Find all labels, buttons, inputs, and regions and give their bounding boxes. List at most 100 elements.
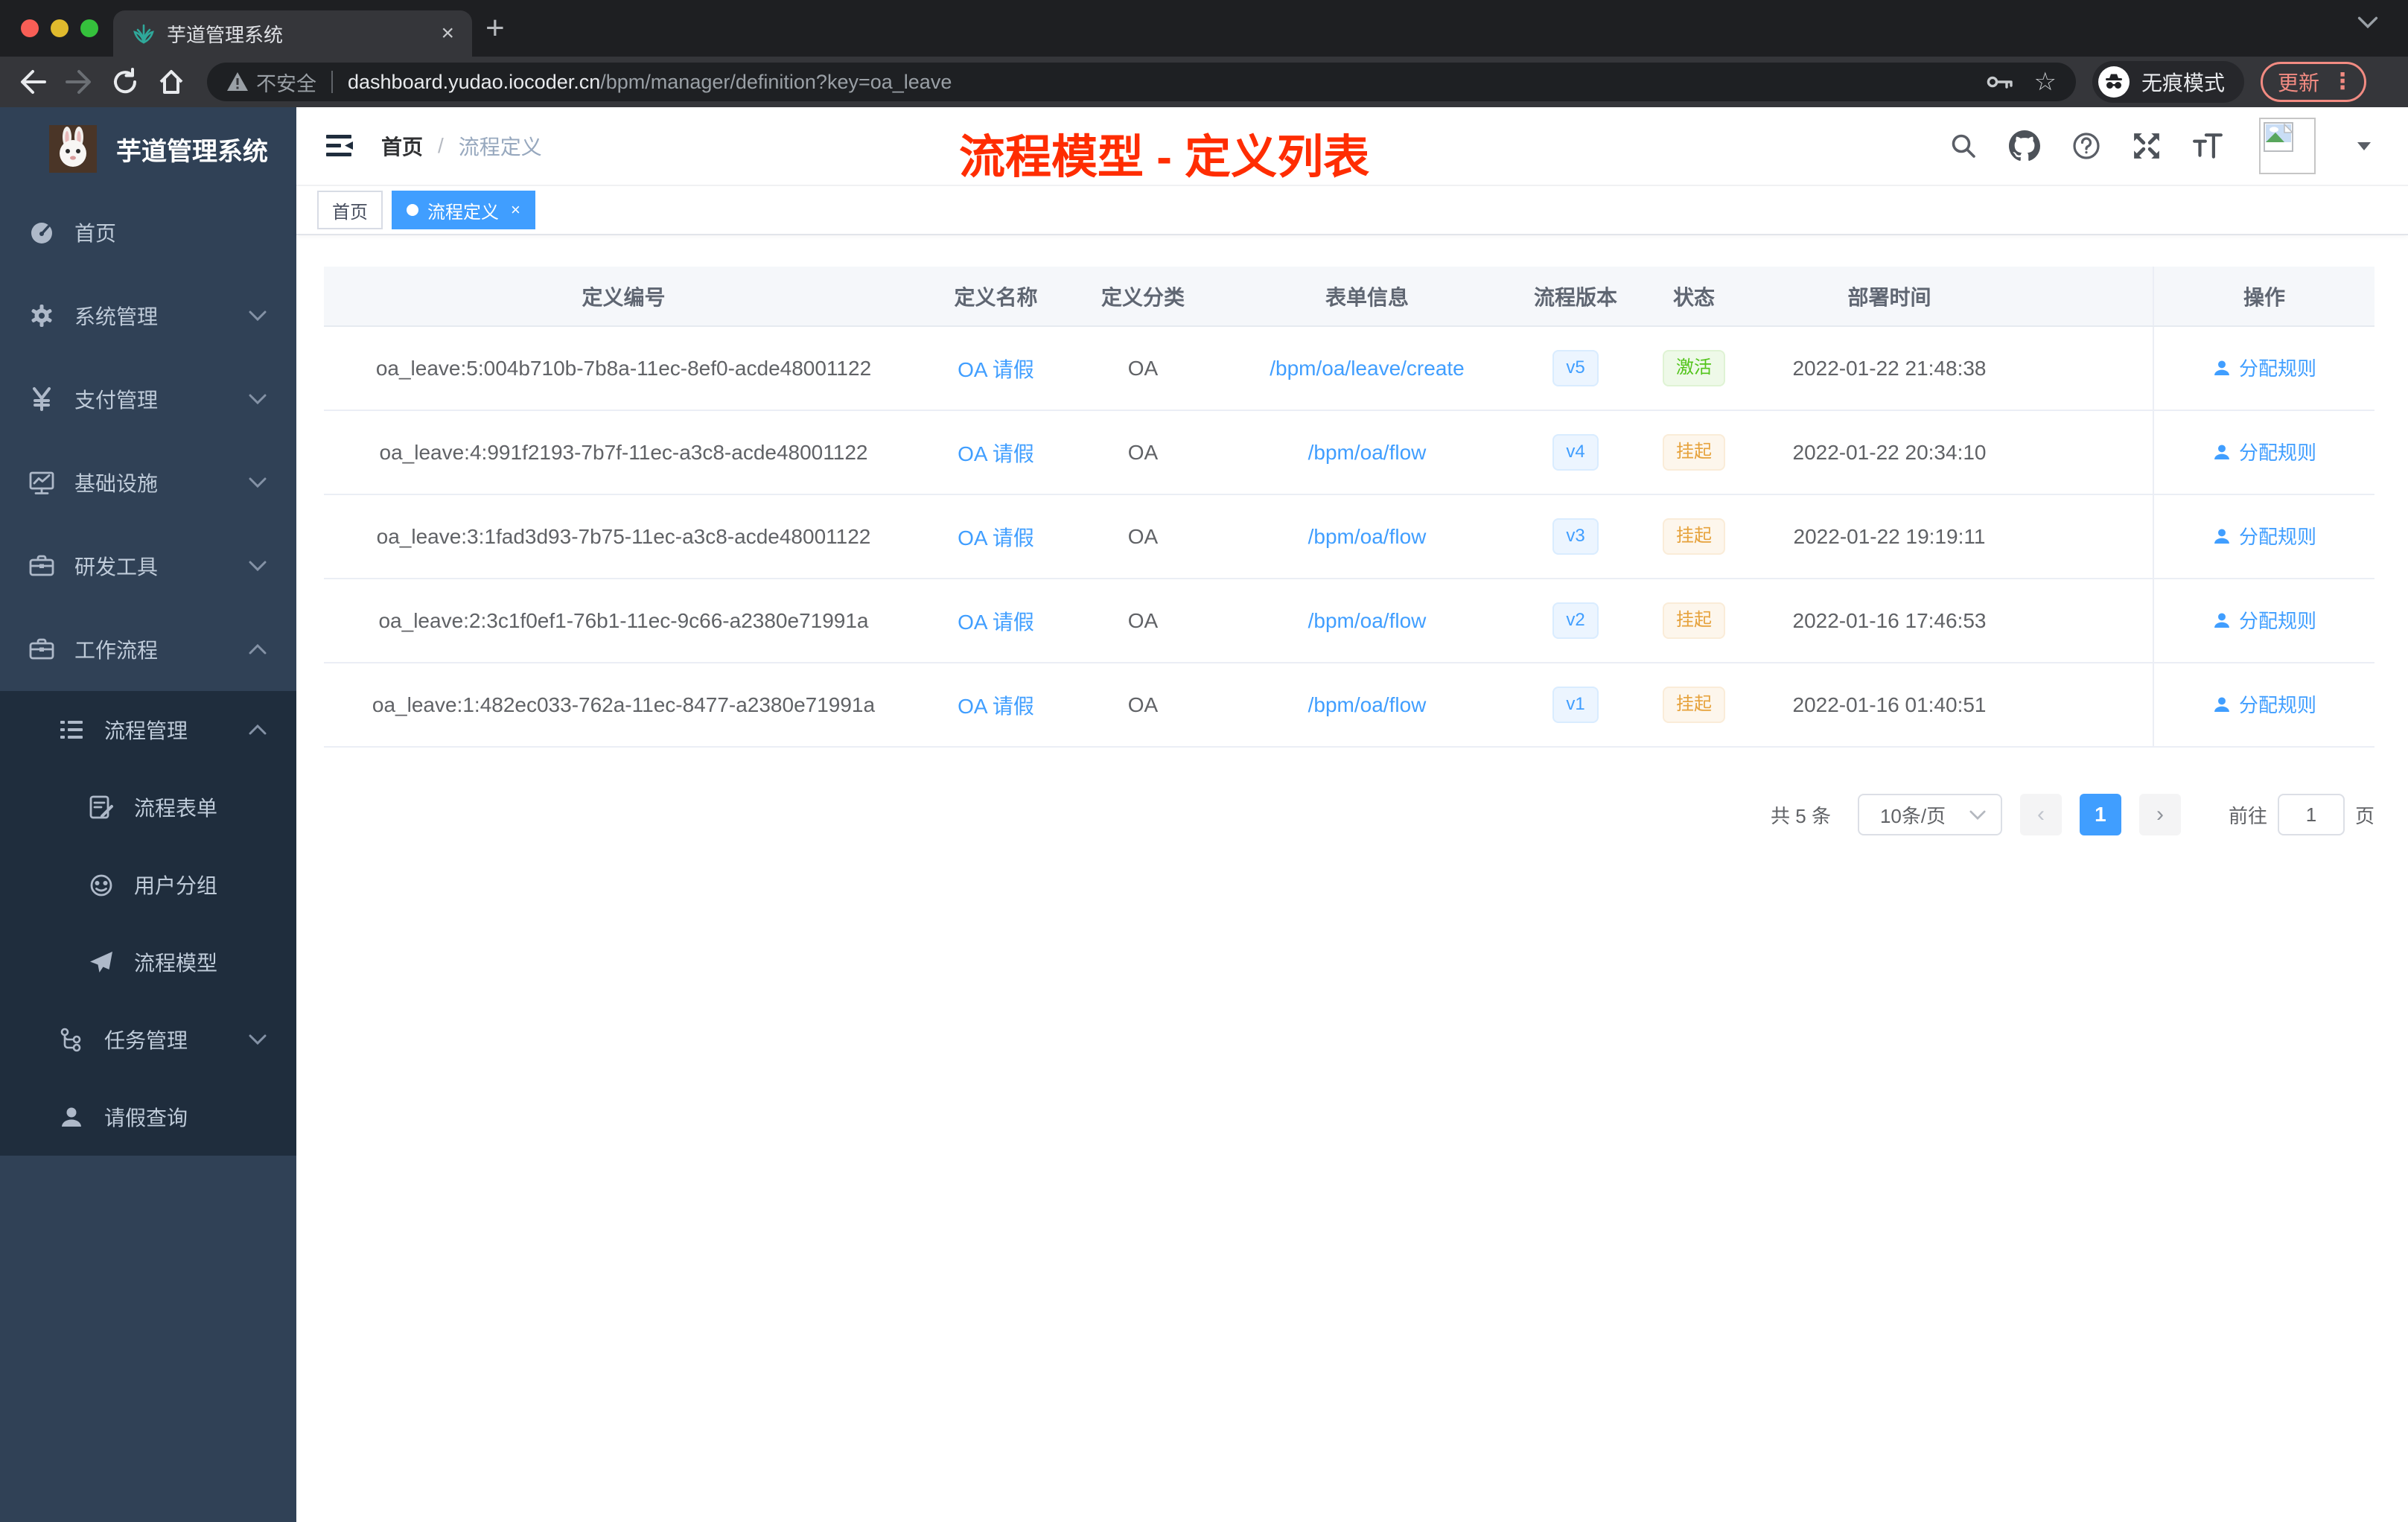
font-size-icon[interactable] bbox=[2192, 132, 2223, 160]
cell-deploy_time: 2022-01-16 01:40:51 bbox=[1754, 663, 2025, 748]
form-link[interactable]: /bpm/oa/flow bbox=[1308, 441, 1427, 464]
sidebar-item-process-model[interactable]: 流程模型 bbox=[0, 923, 296, 1001]
cell-status: 激活 bbox=[1634, 326, 1754, 411]
assign-rule-label: 分配规则 bbox=[2238, 610, 2316, 633]
cell-version: v4 bbox=[1517, 410, 1634, 495]
cell-id: oa_leave:4:991f2193-7b7f-11ec-a3c8-acde4… bbox=[324, 410, 923, 495]
sidebar-item-leave-query[interactable]: 请假查询 bbox=[0, 1078, 296, 1156]
app-title: 芋道管理系统 bbox=[116, 137, 268, 166]
status-tag: 挂起 bbox=[1663, 518, 1725, 555]
assign-rule-link[interactable]: 分配规则 bbox=[2212, 606, 2316, 634]
fullscreen-icon[interactable] bbox=[2133, 132, 2161, 160]
tag-process-definition[interactable]: 流程定义 × bbox=[392, 191, 535, 229]
browser-tab[interactable]: 芋道管理系统 × bbox=[113, 10, 472, 57]
sidebar-item-label: 首页 bbox=[74, 222, 117, 245]
table-row: oa_leave:1:482ec033-762a-11ec-8477-a2380… bbox=[324, 663, 2374, 748]
tag-close-icon[interactable]: × bbox=[511, 200, 520, 220]
prev-page-button[interactable]: ‹ bbox=[2019, 794, 2062, 835]
sidebar-item-payment-management[interactable]: 支付管理 bbox=[0, 357, 296, 441]
cell-filler bbox=[2025, 579, 2153, 663]
sidebar-item-dev-tools[interactable]: 研发工具 bbox=[0, 524, 296, 608]
next-page-button[interactable]: › bbox=[2138, 794, 2181, 835]
sidebar-item-workflow[interactable]: 工作流程 bbox=[0, 608, 296, 691]
sidebar-item-system-management[interactable]: 系统管理 bbox=[0, 274, 296, 357]
key-icon[interactable] bbox=[1987, 72, 2013, 92]
assign-rule-link[interactable]: 分配规则 bbox=[2212, 522, 2316, 550]
tag-label: 首页 bbox=[332, 202, 368, 223]
search-icon[interactable] bbox=[1949, 132, 1978, 160]
tree-icon bbox=[57, 1027, 86, 1052]
cell-version: v5 bbox=[1517, 326, 1634, 411]
cell-status: 挂起 bbox=[1634, 663, 1754, 748]
form-link[interactable]: /bpm/oa/leave/create bbox=[1270, 357, 1465, 380]
new-tab-button[interactable]: + bbox=[485, 6, 505, 51]
definition-name-link[interactable]: OA 请假 bbox=[958, 358, 1034, 381]
cell-filler bbox=[2025, 663, 2153, 748]
form-link[interactable]: /bpm/oa/flow bbox=[1308, 693, 1427, 716]
avatar[interactable] bbox=[2259, 118, 2316, 174]
close-window-button[interactable] bbox=[21, 19, 39, 37]
version-tag: v3 bbox=[1552, 518, 1599, 555]
workflow-submenu: 流程管理 流程表单用户分组流程模型 任务管理 请假查询 bbox=[0, 691, 296, 1156]
sidebar-item-home[interactable]: 首页 bbox=[0, 191, 296, 274]
reload-icon[interactable] bbox=[107, 64, 143, 100]
definition-name-link[interactable]: OA 请假 bbox=[958, 442, 1034, 465]
help-icon[interactable] bbox=[2071, 131, 2101, 161]
table-row: oa_leave:4:991f2193-7b7f-11ec-a3c8-acde4… bbox=[324, 410, 2374, 495]
definition-name-link[interactable]: OA 请假 bbox=[958, 611, 1034, 634]
sidebar-item-infrastructure[interactable]: 基础设施 bbox=[0, 441, 296, 524]
definition-name-link[interactable]: OA 请假 bbox=[958, 526, 1034, 550]
back-icon[interactable] bbox=[15, 64, 51, 100]
browser-menu-icon[interactable]: ⋮ bbox=[2331, 71, 2354, 93]
cell-name: OA 请假 bbox=[923, 579, 1068, 663]
tag-home[interactable]: 首页 bbox=[317, 191, 383, 229]
bookmark-star-icon[interactable]: ☆ bbox=[2034, 69, 2057, 95]
assign-rule-link[interactable]: 分配规则 bbox=[2212, 438, 2316, 465]
chevron-up-icon bbox=[249, 644, 267, 655]
sidebar-item-process-form[interactable]: 流程表单 bbox=[0, 768, 296, 846]
assign-rule-link[interactable]: 分配规则 bbox=[2212, 354, 2316, 381]
url-path: /bpm/manager/definition?key=oa_leave bbox=[600, 70, 952, 93]
chevron-down-icon[interactable] bbox=[2357, 141, 2371, 150]
column-header-version: 流程版本 bbox=[1517, 267, 1634, 327]
sidebar-item-label: 工作流程 bbox=[74, 639, 159, 662]
zoom-window-button[interactable] bbox=[80, 19, 98, 37]
chevron-down-icon bbox=[249, 311, 267, 321]
active-dot bbox=[407, 204, 418, 216]
table-header-row: 定义编号 定义名称 定义分类 表单信息 流程版本 状态 部署时间 操作 bbox=[324, 267, 2374, 327]
form-link[interactable]: /bpm/oa/flow bbox=[1308, 609, 1427, 632]
assign-rule-label: 分配规则 bbox=[2238, 526, 2316, 549]
sidebar-item-user-group[interactable]: 用户分组 bbox=[0, 846, 296, 923]
sidebar-item-task-management[interactable]: 任务管理 bbox=[0, 1001, 296, 1078]
assign-rule-link[interactable]: 分配规则 bbox=[2212, 690, 2316, 718]
toolbox-icon bbox=[27, 636, 57, 663]
github-icon[interactable] bbox=[2009, 130, 2040, 162]
definition-name-link[interactable]: OA 请假 bbox=[958, 695, 1034, 718]
column-header-action: 操作 bbox=[2153, 267, 2374, 327]
forward-icon[interactable] bbox=[61, 64, 97, 100]
incognito-label: 无痕模式 bbox=[2141, 71, 2226, 95]
minimize-window-button[interactable] bbox=[51, 19, 69, 37]
sidebar-logo-row[interactable]: 芋道管理系统 bbox=[0, 107, 296, 191]
cell-deploy_time: 2022-01-16 17:46:53 bbox=[1754, 579, 2025, 663]
goto-page-input[interactable] bbox=[2277, 794, 2345, 835]
current-page-button[interactable]: 1 bbox=[2079, 794, 2121, 835]
tab-close-icon[interactable]: × bbox=[436, 21, 459, 46]
sprout-icon bbox=[133, 22, 155, 45]
not-secure-warning[interactable]: 不安全 bbox=[226, 68, 316, 97]
version-tag: v2 bbox=[1552, 602, 1599, 639]
sidebar-item-process-management[interactable]: 流程管理 bbox=[0, 691, 296, 768]
tag-label: 流程定义 bbox=[427, 202, 499, 223]
home-icon[interactable] bbox=[153, 64, 189, 100]
chrome-update-button[interactable]: 更新 ⋮ bbox=[2261, 62, 2367, 102]
page-size-select[interactable]: 10条/页 bbox=[1857, 794, 2002, 835]
assign-user-icon bbox=[2212, 695, 2232, 714]
hamburger-icon[interactable] bbox=[317, 124, 362, 168]
breadcrumb-home[interactable]: 首页 bbox=[381, 131, 423, 161]
chevron-down-icon bbox=[249, 394, 267, 404]
url-bar[interactable]: 不安全 dashboard.yudao.iocoder.cn /bpm/mana… bbox=[207, 63, 2076, 101]
sidebar-item-label: 用户分组 bbox=[134, 874, 218, 897]
form-link[interactable]: /bpm/oa/flow bbox=[1308, 525, 1427, 548]
column-header-deploy_time: 部署时间 bbox=[1754, 267, 2025, 327]
tab-search-chevron-icon[interactable] bbox=[2357, 16, 2378, 28]
